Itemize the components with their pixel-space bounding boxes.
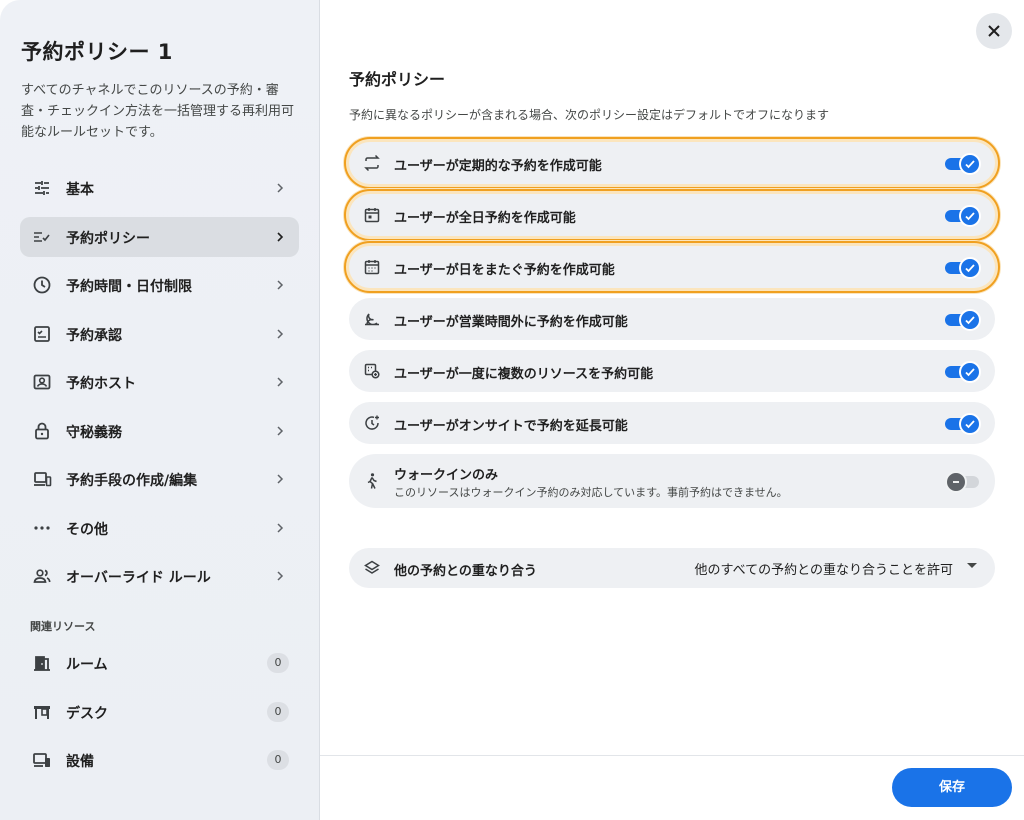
chevron-right-icon xyxy=(273,180,287,194)
footer-divider xyxy=(320,755,1024,756)
sidebar-title: 予約ポリシー 1 xyxy=(21,40,173,64)
setting-row-multiple-resources: ユーザーが一度に複数のリソースを予約可能 xyxy=(349,350,995,392)
chevron-right-icon xyxy=(273,326,287,340)
overlap-setting-row[interactable]: 他の予約との重なり合う 他のすべての予約との重なり合うことを許可 xyxy=(349,548,995,588)
setting-row-extend-onsite: ユーザーがオンサイトで予約を延長可能 xyxy=(349,402,995,444)
recurring-toggle[interactable] xyxy=(945,153,981,175)
walk-in-toggle[interactable] xyxy=(945,471,981,493)
extend-time-icon xyxy=(363,414,381,432)
group-icon xyxy=(32,566,52,586)
sidebar-item-label: 予約手段の作成/編集 xyxy=(66,473,198,489)
door-icon xyxy=(32,653,52,673)
setting-label: 他の予約との重なり合う xyxy=(394,564,537,579)
layers-icon xyxy=(363,559,381,577)
check-icon xyxy=(965,160,975,169)
dropdown-caret-icon[interactable] xyxy=(967,563,977,568)
multiple-resources-toggle[interactable] xyxy=(945,361,981,383)
sidebar-item-booking-policy[interactable]: 予約ポリシー xyxy=(20,217,299,257)
sidebar-item-label: 予約時間・日付制限 xyxy=(66,279,192,295)
check-icon xyxy=(965,264,975,273)
resource-item-equipment[interactable]: 設備 0 xyxy=(20,740,299,780)
setting-row-recurring: ユーザーが定期的な予約を作成可能 xyxy=(344,137,1000,189)
rule-icon xyxy=(32,227,52,247)
sidebar-item-label: 守秘義務 xyxy=(66,425,122,441)
setting-row-multi-day: ユーザーが日をまたぐ予約を作成可能 xyxy=(344,241,1000,293)
chevron-right-icon xyxy=(273,471,287,485)
chevron-right-icon xyxy=(273,374,287,388)
host-icon xyxy=(32,372,52,392)
walk-icon xyxy=(363,472,381,490)
resource-item-rooms[interactable]: ルーム 0 xyxy=(20,643,299,683)
chevron-right-icon xyxy=(273,520,287,534)
sidebar-item-label: オーバーライド ルール xyxy=(66,570,211,586)
all-day-toggle[interactable] xyxy=(945,205,981,227)
chevron-right-icon xyxy=(273,568,287,582)
setting-label: ユーザーが定期的な予約を作成可能 xyxy=(394,159,602,174)
related-resources-heading: 関連リソース xyxy=(30,620,96,633)
sidebar-description: すべてのチャネルでこのリソースの予約・審査・チェックイン方法を一括管理する再利用… xyxy=(21,83,295,140)
policy-note: 予約に異なるポリシーが含まれる場合、次のポリシー設定はデフォルトでオフになります xyxy=(349,108,830,122)
lock-icon xyxy=(32,421,52,441)
resource-label: ルーム xyxy=(66,657,108,673)
chevron-right-icon xyxy=(273,423,287,437)
calendar-day-icon xyxy=(363,206,381,224)
sidebar-item-confidentiality[interactable]: 守秘義務 xyxy=(20,411,299,451)
close-icon xyxy=(988,25,1000,37)
resource-item-desks[interactable]: デスク 0 xyxy=(20,692,299,732)
desk-icon xyxy=(32,702,52,722)
setting-label: ユーザーがオンサイトで予約を延長可能 xyxy=(394,419,628,434)
chevron-right-icon xyxy=(273,229,287,243)
extend-onsite-toggle[interactable] xyxy=(945,413,981,435)
sidebar-item-host[interactable]: 予約ホスト xyxy=(20,362,299,402)
chevron-right-icon xyxy=(273,277,287,291)
after-hours-toggle[interactable] xyxy=(945,309,981,331)
sidebar-item-label: 基本 xyxy=(66,182,94,198)
sidebar: 予約ポリシー 1 すべてのチャネルでこのリソースの予約・審査・チェックイン方法を… xyxy=(0,0,320,820)
sidebar-item-override-rules[interactable]: オーバーライド ルール xyxy=(20,556,299,596)
setting-sublabel: このリソースはウォークイン予約のみ対応しています。事前予約はできません。 xyxy=(394,486,788,499)
save-button[interactable]: 保存 xyxy=(892,768,1012,807)
setting-row-walk-in: ウォークインのみ このリソースはウォークイン予約のみ対応しています。事前予約はで… xyxy=(349,454,995,508)
equipment-icon xyxy=(32,750,52,770)
page-title: 予約ポリシー xyxy=(349,70,446,89)
close-button[interactable] xyxy=(976,13,1012,49)
resource-label: 設備 xyxy=(66,754,94,770)
count-badge: 0 xyxy=(267,653,289,673)
tune-icon xyxy=(32,178,52,198)
count-badge: 0 xyxy=(267,702,289,722)
check-icon xyxy=(965,420,975,429)
check-icon xyxy=(965,368,975,377)
approval-icon xyxy=(32,324,52,344)
more-icon xyxy=(32,518,52,538)
setting-label: ユーザーが全日予約を作成可能 xyxy=(394,211,576,226)
check-icon xyxy=(965,316,975,325)
multi-resource-icon xyxy=(363,362,381,380)
sidebar-item-other[interactable]: その他 xyxy=(20,508,299,548)
overlap-select-value[interactable]: 他のすべての予約との重なり合うことを許可 xyxy=(695,559,953,578)
sidebar-item-booking-methods[interactable]: 予約手段の作成/編集 xyxy=(20,459,299,499)
count-badge: 0 xyxy=(267,750,289,770)
setting-label: ユーザーが日をまたぐ予約を作成可能 xyxy=(394,263,615,278)
minus-icon xyxy=(953,481,959,483)
calendar-icon xyxy=(363,258,381,276)
setting-label: ウォークインのみ xyxy=(394,468,499,483)
repeat-icon xyxy=(363,154,381,172)
sidebar-item-label: その他 xyxy=(66,522,108,538)
setting-row-all-day: ユーザーが全日予約を作成可能 xyxy=(344,189,1000,241)
sidebar-item-basic[interactable]: 基本 xyxy=(20,168,299,208)
sidebar-item-time-limits[interactable]: 予約時間・日付制限 xyxy=(20,265,299,305)
setting-row-after-hours: ユーザーが営業時間外に予約を作成可能 xyxy=(349,298,995,340)
clock-icon xyxy=(32,275,52,295)
sidebar-item-approval[interactable]: 予約承認 xyxy=(20,314,299,354)
sidebar-item-label: 予約ホスト xyxy=(66,376,136,392)
check-icon xyxy=(965,212,975,221)
resource-label: デスク xyxy=(66,706,108,722)
devices-icon xyxy=(32,469,52,489)
setting-label: ユーザーが営業時間外に予約を作成可能 xyxy=(394,315,628,330)
sidebar-item-label: 予約承認 xyxy=(66,328,122,344)
multi-day-toggle[interactable] xyxy=(945,257,981,279)
setting-label: ユーザーが一度に複数のリソースを予約可能 xyxy=(394,367,654,382)
night-icon xyxy=(363,310,381,328)
sidebar-item-label: 予約ポリシー xyxy=(66,231,150,247)
